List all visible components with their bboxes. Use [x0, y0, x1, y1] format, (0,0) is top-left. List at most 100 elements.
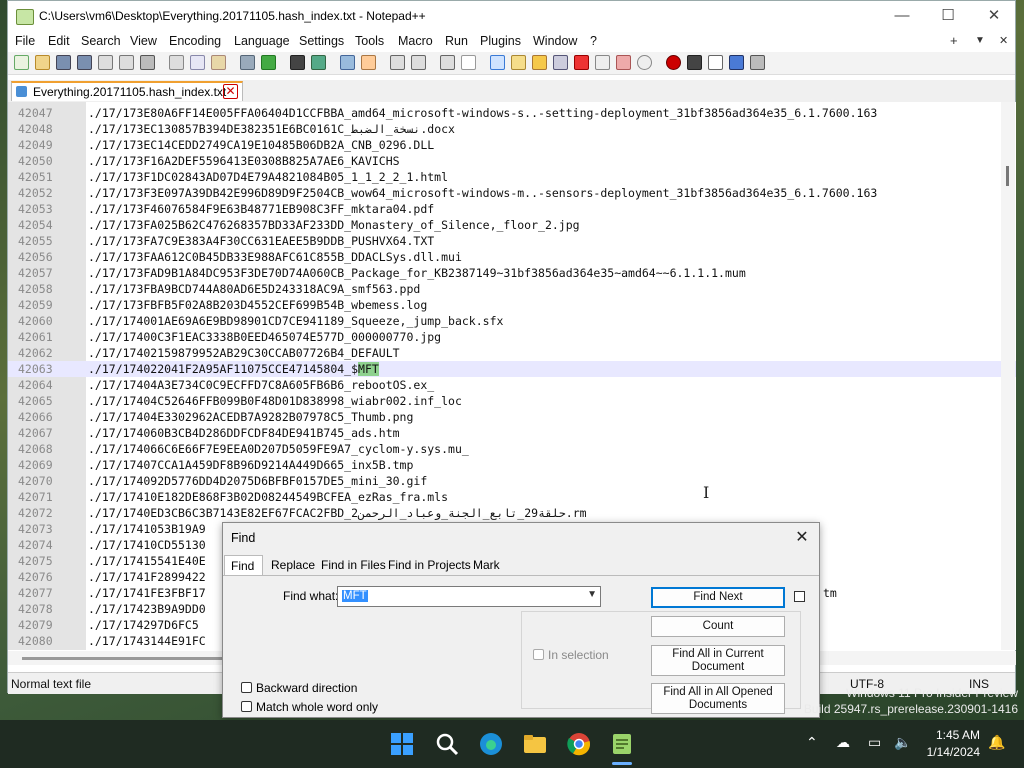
- editor-line[interactable]: 42053 ./17/173F46076584F9E63B48771EB908C3…: [8, 201, 1016, 217]
- menu-encoding[interactable]: Encoding: [169, 34, 221, 48]
- user-language-icon[interactable]: [511, 55, 526, 70]
- eye-icon[interactable]: [637, 55, 652, 70]
- menu-window[interactable]: Window: [533, 34, 577, 48]
- minimize-button[interactable]: —: [882, 5, 922, 27]
- find-what-input[interactable]: MFT ▼: [337, 586, 601, 607]
- editor-line[interactable]: 42069 ./17/17407CCA1A459DF8B96D9214A449D6…: [8, 457, 1016, 473]
- editor-line[interactable]: 42063 ./17/174022041F2A95AF11075CCE471458…: [8, 361, 1016, 377]
- open-file-icon[interactable]: [35, 55, 50, 70]
- find-next-button[interactable]: Find Next: [651, 587, 785, 608]
- save-all-icon[interactable]: [77, 55, 92, 70]
- close-button[interactable]: ✕: [974, 5, 1014, 27]
- copy-icon[interactable]: [190, 55, 205, 70]
- editor-line[interactable]: 42071 ./17/17410E182DE868F3B02D08244549BC…: [8, 489, 1016, 505]
- tab-hash-index[interactable]: Everything.20171105.hash_index.txt ✕: [11, 81, 243, 101]
- close-all-icon[interactable]: [119, 55, 134, 70]
- new-file-icon[interactable]: [14, 55, 29, 70]
- tab-find-in-projects[interactable]: Find in Projects: [388, 558, 471, 572]
- network-icon[interactable]: ▭: [868, 734, 881, 751]
- editor-line[interactable]: 42070 ./17/174092D5776DD4D2075D6BFBF0157D…: [8, 473, 1016, 489]
- editor-line[interactable]: 42065 ./17/17404C52646FFB099B0F48D01D8389…: [8, 393, 1016, 409]
- in-selection-checkbox[interactable]: In selection: [533, 648, 609, 662]
- menu-tools[interactable]: Tools: [355, 34, 384, 48]
- stop-recording-icon[interactable]: [687, 55, 702, 70]
- redo-icon[interactable]: [261, 55, 276, 70]
- menu-run[interactable]: Run: [445, 34, 468, 48]
- function-list-icon[interactable]: [574, 55, 589, 70]
- match-whole-word-checkbox[interactable]: Match whole word only: [241, 700, 378, 714]
- show-all-chars-icon[interactable]: [461, 55, 476, 70]
- sync-vertical-icon[interactable]: [390, 55, 405, 70]
- editor-line[interactable]: 42057 ./17/173FAD9B1A84DC953F3DE70D74A060…: [8, 265, 1016, 281]
- editor-line[interactable]: 42061 ./17/17400C3F1EAC3338B0EED465074E57…: [8, 329, 1016, 345]
- save-macro-icon[interactable]: [750, 55, 765, 70]
- menu-search[interactable]: Search: [81, 34, 121, 48]
- print-icon[interactable]: [140, 55, 155, 70]
- editor-line[interactable]: 42067 ./17/174060B3CB4D286DDFCDF84DE941B7…: [8, 425, 1016, 441]
- editor-line[interactable]: 42048 ./17/173EC130857B394DE382351E6BC016…: [8, 121, 1016, 137]
- search-icon[interactable]: [435, 732, 459, 756]
- editor-line[interactable]: 42051 ./17/173F1DC02843AD07D4E79A4821084B…: [8, 169, 1016, 185]
- find-all-current-button[interactable]: Find All in Current Document: [651, 645, 785, 676]
- record-macro-icon[interactable]: [666, 55, 681, 70]
- editor-line[interactable]: 42052 ./17/173F3E097A39DB42E996D89D9F2504…: [8, 185, 1016, 201]
- editor-line[interactable]: 42049 ./17/173EC14CEDD2749CA19E10485B06DB…: [8, 137, 1016, 153]
- tab-close-icon[interactable]: ✕: [223, 84, 238, 99]
- editor-line[interactable]: 42054 ./17/173FA025B62C476268357BD33AF233…: [8, 217, 1016, 233]
- clock-date[interactable]: 1/14/2024: [914, 745, 980, 759]
- chevron-up-icon[interactable]: ⌃: [806, 734, 818, 751]
- editor-line[interactable]: 42047 ./17/173E80A6FF14E005FFA06404D1CCFB…: [8, 105, 1016, 121]
- tab-replace[interactable]: Replace: [271, 558, 315, 572]
- save-icon[interactable]: [56, 55, 71, 70]
- edge-icon[interactable]: [479, 732, 503, 756]
- cloud-icon[interactable]: ☁: [836, 734, 850, 751]
- chrome-icon[interactable]: [567, 732, 591, 756]
- clock-time[interactable]: 1:45 AM: [914, 728, 980, 742]
- editor-line[interactable]: 42068 ./17/174066C6E66F7E9EEA0D207D5059FE…: [8, 441, 1016, 457]
- tab-mark[interactable]: Mark: [473, 558, 500, 572]
- menu-settings[interactable]: Settings: [299, 34, 344, 48]
- editor-line[interactable]: 42072 ./17/1740ED3CB6C3B7143E82EF67FCAC2F…: [8, 505, 1016, 521]
- document-list-icon[interactable]: [553, 55, 568, 70]
- vertical-scrollbar[interactable]: [1001, 102, 1015, 650]
- editor-line[interactable]: 42064 ./17/17404A3E734C0C9ECFFD7C8A605FB6…: [8, 377, 1016, 393]
- find-all-opened-button[interactable]: Find All in All Opened Documents: [651, 683, 785, 714]
- word-wrap-icon[interactable]: [440, 55, 455, 70]
- tab-list-control[interactable]: ▼: [975, 35, 985, 46]
- tab-find-in-files[interactable]: Find in Files: [321, 558, 386, 572]
- paste-icon[interactable]: [211, 55, 226, 70]
- undo-icon[interactable]: [240, 55, 255, 70]
- find-next-option-checkbox[interactable]: [794, 591, 805, 602]
- editor-line[interactable]: 42050 ./17/173F16A2DEF5596413E0308B825A7A…: [8, 153, 1016, 169]
- count-button[interactable]: Count: [651, 616, 785, 637]
- find-dialog-close-button[interactable]: ✕: [791, 527, 813, 549]
- menu-file[interactable]: File: [15, 34, 35, 48]
- menu-edit[interactable]: Edit: [48, 34, 70, 48]
- close-document-control[interactable]: ✕: [999, 34, 1008, 47]
- menu-view[interactable]: View: [130, 34, 157, 48]
- editor-line[interactable]: 42055 ./17/173FA7C9E383A4F30CC631EAEE5B9D…: [8, 233, 1016, 249]
- editor-line[interactable]: 42059 ./17/173FBFB5F02A8B203D4552CEF699B5…: [8, 297, 1016, 313]
- tab-find[interactable]: Find: [224, 555, 264, 575]
- menu-help[interactable]: ?: [590, 34, 597, 48]
- volume-icon[interactable]: 🔈: [894, 734, 911, 751]
- indent-guide-icon[interactable]: [490, 55, 505, 70]
- find-icon[interactable]: [290, 55, 305, 70]
- editor-line[interactable]: 42062 ./17/17402159879952AB29C30CCAB07726…: [8, 345, 1016, 361]
- notepadpp-icon[interactable]: [610, 732, 634, 756]
- zoom-in-icon[interactable]: [340, 55, 355, 70]
- menu-language[interactable]: Language: [234, 34, 290, 48]
- backward-direction-checkbox[interactable]: Backward direction: [241, 681, 357, 695]
- file-explorer-icon[interactable]: [523, 732, 547, 756]
- menu-macro[interactable]: Macro: [398, 34, 433, 48]
- maximize-button[interactable]: ☐: [928, 5, 968, 27]
- editor-line[interactable]: 42056 ./17/173FAA612C0B45DB33E988AFC61C85…: [8, 249, 1016, 265]
- zoom-out-icon[interactable]: [361, 55, 376, 70]
- cut-icon[interactable]: [169, 55, 184, 70]
- editor-line[interactable]: 42058 ./17/173FBA9BCD744A80AD6E5D243318AC…: [8, 281, 1016, 297]
- new-tab-control[interactable]: +: [950, 33, 958, 48]
- chevron-down-icon[interactable]: ▼: [587, 589, 597, 600]
- vertical-scroll-thumb[interactable]: [1006, 166, 1009, 186]
- folder-workspace-icon[interactable]: [595, 55, 610, 70]
- editor-line[interactable]: 42060 ./17/174001AE69A6E9BD98901CD7CE9411…: [8, 313, 1016, 329]
